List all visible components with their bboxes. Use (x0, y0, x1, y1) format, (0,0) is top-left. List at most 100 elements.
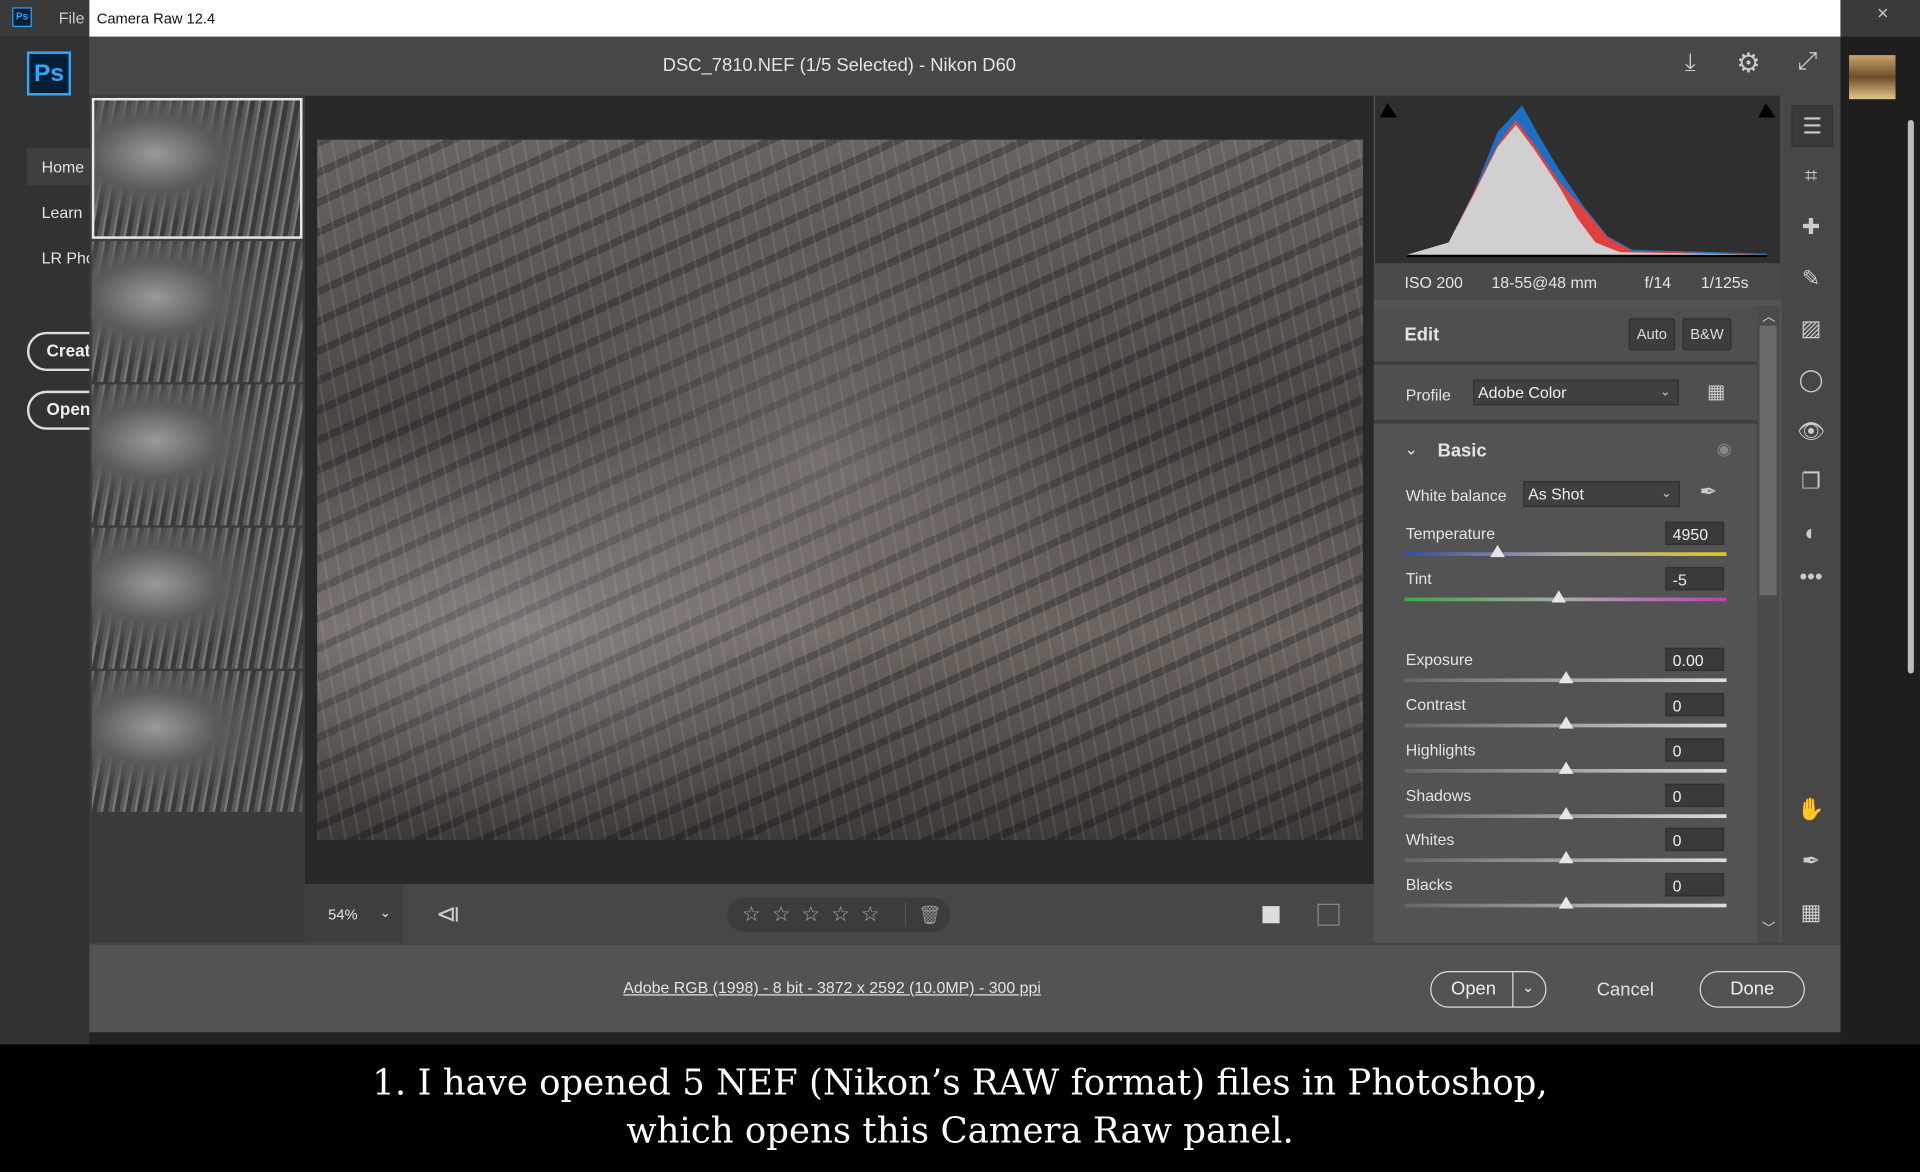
brush-icon[interactable]: ✎ (1791, 258, 1830, 297)
shutter-speed: 1/125s (1700, 273, 1749, 292)
profile-select[interactable]: Adobe Color ⌄ (1473, 379, 1679, 406)
filmstrip-thumbnail[interactable] (91, 97, 303, 239)
slider-handle[interactable] (1558, 851, 1573, 864)
scroll-down-icon[interactable]: ﹀ (1762, 918, 1775, 938)
shadow-clipping-icon (1380, 102, 1398, 118)
trash-icon[interactable]: 🗑 (918, 904, 941, 926)
slider-label: Highlights (1405, 740, 1476, 760)
close-icon[interactable]: × (1877, 4, 1888, 26)
fullscreen-icon[interactable]: ⤢ (1798, 48, 1818, 76)
cancel-button[interactable]: Cancel (1597, 980, 1654, 1001)
slider-value-input[interactable]: 0 (1665, 738, 1725, 762)
slider-handle[interactable] (1558, 716, 1573, 729)
histogram (1375, 95, 1781, 264)
slider-label: Exposure (1405, 650, 1473, 669)
slider-handle[interactable] (1490, 544, 1506, 558)
crop-icon[interactable]: ⌗ (1791, 156, 1830, 195)
slider-handle[interactable] (1558, 896, 1573, 909)
auto-button[interactable]: Auto (1628, 318, 1676, 351)
done-button[interactable]: Done (1699, 971, 1805, 1008)
slider-value-input[interactable]: 4950 (1665, 521, 1725, 545)
save-image-icon[interactable]: ⤓ (1685, 49, 1696, 77)
slider-handle[interactable] (1558, 761, 1573, 774)
image-preview-area (304, 95, 1374, 885)
basic-title[interactable]: Basic (1438, 441, 1487, 462)
filmstrip-thumbnail[interactable] (91, 671, 303, 812)
hand-icon[interactable]: ✋ (1791, 790, 1830, 829)
slider-label: Blacks (1405, 875, 1453, 894)
aperture: f/14 (1644, 273, 1672, 292)
chevron-down-icon: ⌄ (1661, 487, 1672, 501)
toggle-filmstrip-icon[interactable]: ⧏ (436, 899, 460, 930)
caption-line-2: which opens this Camera Raw panel. (626, 1109, 1294, 1152)
red-eye-icon[interactable]: 👁 (1791, 411, 1830, 450)
presets-icon[interactable]: ◐ (1791, 513, 1830, 552)
slider-value-input[interactable]: 0 (1665, 693, 1725, 717)
zoom-level: 54% (328, 906, 358, 924)
filmstrip (89, 95, 305, 943)
chevron-down-icon[interactable]: ⌄ (1405, 440, 1418, 460)
compare-view-icon[interactable] (1317, 903, 1340, 926)
filmstrip-thumbnail[interactable] (91, 527, 303, 669)
workflow-options-link[interactable]: Adobe RGB (1998) - 8 bit - 3872 x 2592 (… (623, 978, 1041, 996)
background-thumbnails (89, 1032, 1841, 1045)
white-balance-select[interactable]: As Shot ⌄ (1523, 481, 1681, 507)
color-sampler-icon[interactable]: ✒ (1791, 841, 1830, 880)
star-rating[interactable]: ☆☆☆☆☆ (742, 902, 890, 926)
dialog-footer: Adobe RGB (1998) - 8 bit - 3872 x 2592 (… (89, 942, 1841, 1035)
histogram-chart (1380, 102, 1776, 258)
screen: Ps File × Camera Raw 12.4 Ps Home Learn … (0, 0, 1920, 1172)
dialog-titlebar[interactable]: Camera Raw 12.4 (89, 0, 1841, 38)
panel-scrollbar[interactable]: ︿ ﹀ (1757, 306, 1780, 943)
slider-handle[interactable] (1558, 671, 1573, 684)
eye-icon[interactable]: ◉ (1717, 438, 1732, 459)
zoom-select[interactable]: 54% ⌄ (304, 884, 403, 943)
chevron-down-icon[interactable]: ⌄ (1522, 970, 1534, 1004)
radial-filter-icon[interactable]: ◯ (1791, 360, 1830, 399)
more-icon[interactable]: ••• (1791, 557, 1830, 596)
preview-image[interactable] (317, 139, 1363, 841)
before-after-view-icon[interactable] (1262, 906, 1280, 924)
ps-logo: Ps (26, 51, 72, 96)
slider-value-input[interactable]: -5 (1665, 566, 1725, 591)
eyedropper-icon[interactable]: ✒ (1700, 480, 1717, 504)
gear-icon[interactable]: ⚙ (1736, 48, 1760, 80)
scrollbar-thumb[interactable] (1759, 325, 1777, 596)
preview-toolbar: 54% ⌄ ⧏ ☆☆☆☆☆ 🗑 (304, 884, 1374, 943)
slider-label: Contrast (1405, 695, 1466, 714)
menu-file[interactable]: File (59, 9, 85, 27)
edit-header: Edit Auto B&W (1373, 306, 1758, 365)
scroll-up-icon[interactable]: ︿ (1762, 306, 1775, 326)
chevron-down-icon: ⌄ (1659, 385, 1671, 400)
grid-icon[interactable]: ▦ (1791, 893, 1830, 932)
highlight-clipping-icon (1758, 102, 1776, 118)
profile-browser-icon[interactable]: ▦ (1707, 380, 1726, 404)
scrollbar[interactable] (1907, 120, 1914, 674)
slider-value-input[interactable]: 0 (1665, 827, 1725, 852)
slider-value-input[interactable]: 0 (1665, 873, 1725, 897)
edit-sliders-icon[interactable]: ☰ (1791, 105, 1834, 147)
iso: ISO 200 (1404, 273, 1463, 292)
dialog-title: Camera Raw 12.4 (96, 9, 216, 27)
white-balance-label: White balance (1405, 486, 1507, 505)
profile-label: Profile (1405, 385, 1451, 405)
snapshots-icon[interactable]: ❐ (1791, 462, 1830, 501)
document-thumbnail[interactable] (1848, 55, 1896, 100)
sidebar-item-lr-photos[interactable]: LR Pho (42, 249, 95, 267)
slider-handle[interactable] (1551, 590, 1567, 603)
bw-button[interactable]: B&W (1682, 318, 1732, 351)
slider-track[interactable] (1404, 552, 1727, 556)
slider-handle[interactable] (1558, 806, 1573, 820)
healing-bandage-icon[interactable]: ✚ (1791, 207, 1830, 246)
filmstrip-thumbnail[interactable] (91, 241, 303, 383)
sidebar-item-learn[interactable]: Learn (42, 203, 83, 221)
file-title: DSC_7810.NEF (1/5 Selected) - Nikon D60 (662, 55, 1017, 76)
open-image-button[interactable]: Open ⌄ (1430, 970, 1547, 1008)
graduated-filter-icon[interactable]: ▨ (1791, 309, 1830, 348)
chevron-down-icon: ⌄ (379, 906, 391, 921)
sidebar-item-home[interactable]: Home (26, 148, 90, 185)
camera-raw-dialog: DSC_7810.NEF (1/5 Selected) - Nikon D60 … (89, 36, 1841, 1035)
filmstrip-thumbnail[interactable] (91, 384, 303, 526)
slider-value-input[interactable]: 0.00 (1665, 647, 1725, 672)
slider-value-input[interactable]: 0 (1665, 783, 1725, 807)
